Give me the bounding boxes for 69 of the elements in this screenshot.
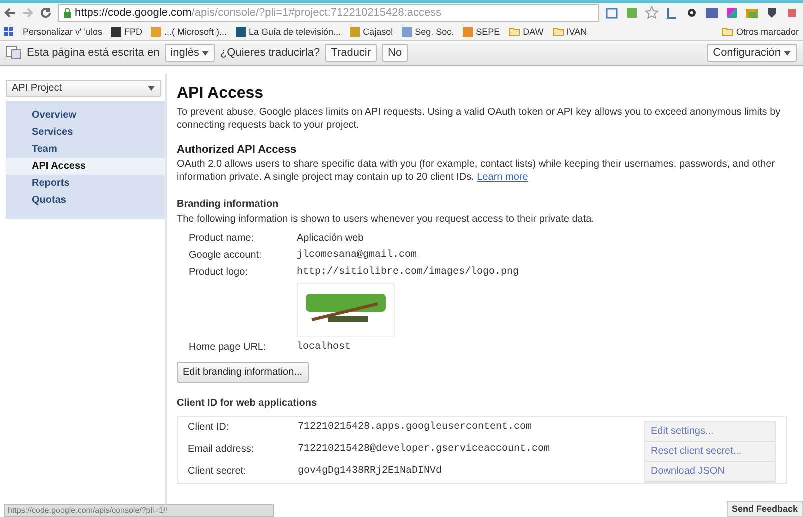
translate-button[interactable]: Traducir [325,44,378,62]
field-label: Google account: [189,249,263,262]
action-link[interactable]: Reset client secret... [645,442,775,462]
caret-icon [148,86,155,91]
field-label: Email address: [188,443,256,457]
nav-item[interactable]: Overview [6,107,165,124]
section-heading: Client ID for web applications [177,397,318,410]
nav-item[interactable]: Team [6,141,165,158]
bookmark[interactable]: ...( Microsoft )... [151,26,227,36]
nav-item[interactable]: Reports [6,175,165,192]
bookmark-folder[interactable]: Otros marcador [722,26,799,36]
back-icon[interactable] [4,7,16,19]
translate-question: ¿Quieres traducirla? [220,47,320,59]
site-icon [111,26,122,36]
field-label: Client secret: [188,465,248,479]
language-dropdown[interactable]: inglés [164,44,216,62]
bookmark[interactable]: Cajasol [350,26,394,36]
nav-item[interactable]: Services [6,124,165,141]
field-value: Aplicación web [297,232,365,245]
caret-icon [202,50,210,56]
section-text: The following information is shown to users whenever you request access to their private data. [177,213,596,226]
learn-more-link[interactable]: Learn more [477,172,528,183]
field-label: Product name: [189,232,256,245]
nav-item[interactable]: Quotas [6,192,165,209]
apps-icon[interactable] [4,26,14,36]
project-dropdown[interactable]: API Project [6,80,161,97]
field-value: localhost [297,341,352,354]
field-value: 712210215428@developer.gserviceaccount.com [298,443,552,457]
caret-icon [784,50,791,56]
site-icon [402,26,412,36]
field-label: Client ID: [188,421,230,435]
action-link[interactable]: Download JSON [645,462,775,482]
field-value: 712210215428.apps.googleusercontent.com [298,421,534,435]
lock-icon [63,8,72,18]
url-text: https://code.google.com/apis/console/?pli=1#project:712210215428:access [75,7,442,19]
section-text: OAuth 2.0 allows users to share specific data with you (for example, contact lists) while keeping their usernames, passwords, and other information private. A single project may contain up to 20 client IDs. Learn more [177,158,776,184]
bookmark[interactable]: IVAN [552,26,588,36]
bookmark[interactable]: FPD [111,26,142,36]
bookmark[interactable]: DAW [509,26,544,36]
site-icon [151,26,162,36]
star-icon[interactable] [645,6,659,20]
field-label: Home page URL: [189,341,268,354]
nav-item[interactable]: API Access [6,158,165,175]
field-value: http://sitiolibre.com/images/logo.png [297,266,520,279]
page-title: API Access [177,85,265,103]
translate-button[interactable]: No [382,44,408,62]
intro-text: To prevent abuse, Google places limits on API requests. Using a valid OAuth token or API key allows you to exceed anonymous limits by connecting requests back to your project. [177,106,782,132]
field-value: gov4gDg1438RRj2E1NaDINVd [298,465,444,479]
action-link[interactable]: Edit settings... [645,422,775,442]
section-heading: Branding information [177,198,280,211]
settings-dropdown[interactable]: Configuración [707,44,797,62]
section-heading: Authorized API Access [177,144,298,157]
bookmark[interactable]: La Guía de televisión... [236,26,342,36]
reload-icon[interactable] [40,7,52,19]
translate-icon [6,46,22,60]
bookmark[interactable]: Personalizar v' 'ulos [23,26,102,36]
field-label: Product logo: [189,266,249,279]
site-icon [350,26,360,36]
site-icon [463,26,474,36]
translate-message: Esta página está escrita en [27,47,160,59]
page-icon[interactable] [605,6,619,20]
feedback-button[interactable]: Send Feedback [726,501,803,517]
bookmark[interactable]: Seg. Soc. [402,26,454,36]
field-value: jlcomesana@gmail.com [297,249,418,262]
edit-branding-button[interactable]: Edit branding information... [177,362,309,383]
bookmark[interactable]: SEPE [463,26,500,36]
site-icon [236,26,246,36]
address-bar[interactable]: https://code.google.com/apis/console/?pli=1#project:712210215428:access [58,4,599,22]
status-bar: https://code.google.com/apis/console/?pli=1# [4,504,274,517]
